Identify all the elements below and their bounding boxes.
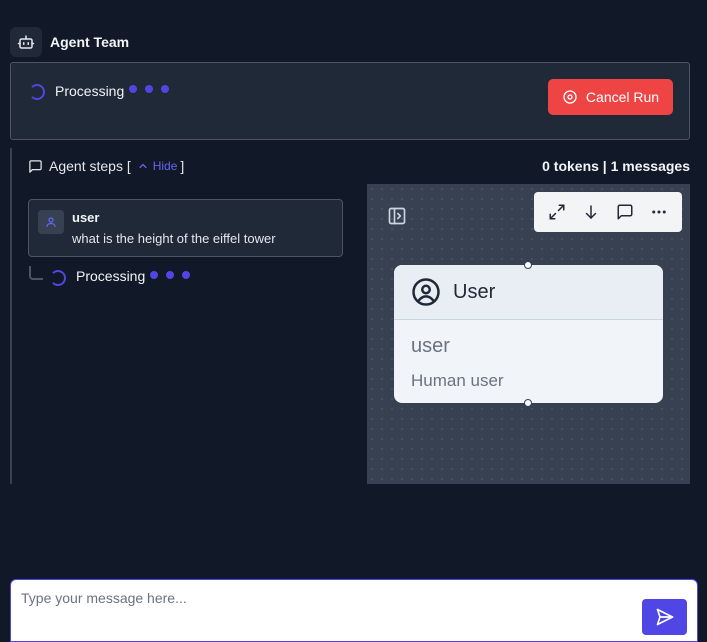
message-card: user what is the height of the eiffel to… [28,199,343,257]
send-icon [656,608,673,626]
more-icon[interactable] [647,200,671,224]
stop-circle-icon [563,90,577,104]
node-name: user [411,335,450,357]
processing-dots-icon [129,85,169,93]
step-processing-label: Processing [76,268,146,284]
chevron-up-icon [139,163,147,169]
node-handle-top[interactable] [524,261,532,269]
agent-flow-canvas[interactable]: User user Human user [367,184,690,484]
user-circle-icon [412,278,440,306]
token-count: 0 tokens | 1 messages [542,158,690,174]
message-sender: user [72,210,100,225]
message-text: what is the height of the eiffel tower [72,231,276,246]
message-square-icon [29,159,42,173]
loading-spinner-icon [29,84,45,100]
node-header: User [394,265,663,320]
arrow-down-icon[interactable] [579,200,603,224]
node-description: Human user [411,371,504,390]
bracket-close: ] [180,158,185,174]
agent-steps-label: Agent steps [ [49,158,131,174]
step-connector [29,266,43,280]
chat-input-container [10,579,698,642]
canvas-toolbar [534,192,682,232]
hide-label: Hide [152,159,178,173]
hide-steps-link[interactable]: Hide [137,159,178,173]
user-node[interactable]: User user Human user [394,261,663,407]
bot-icon [10,27,42,57]
cancel-run-label: Cancel Run [585,89,660,105]
agent-steps-header: Agent steps [ Hide ] [28,158,184,174]
cancel-run-button[interactable]: Cancel Run [548,79,673,115]
user-avatar-icon [38,210,64,234]
message-input[interactable] [21,590,621,630]
agent-team-header: Agent Team [10,27,129,57]
node-title: User [453,280,496,303]
processing-label: Processing [55,83,125,99]
send-button[interactable] [642,599,687,635]
sidebar-toggle-icon[interactable] [387,206,407,231]
page-title: Agent Team [50,34,130,50]
run-status-panel: Processing Cancel Run [10,62,690,140]
steps-divider [10,148,12,484]
processing-dots-icon [150,271,190,279]
expand-icon[interactable] [545,200,569,224]
loading-spinner-icon [50,270,66,286]
node-handle-bottom[interactable] [524,399,532,407]
message-icon[interactable] [613,200,637,224]
